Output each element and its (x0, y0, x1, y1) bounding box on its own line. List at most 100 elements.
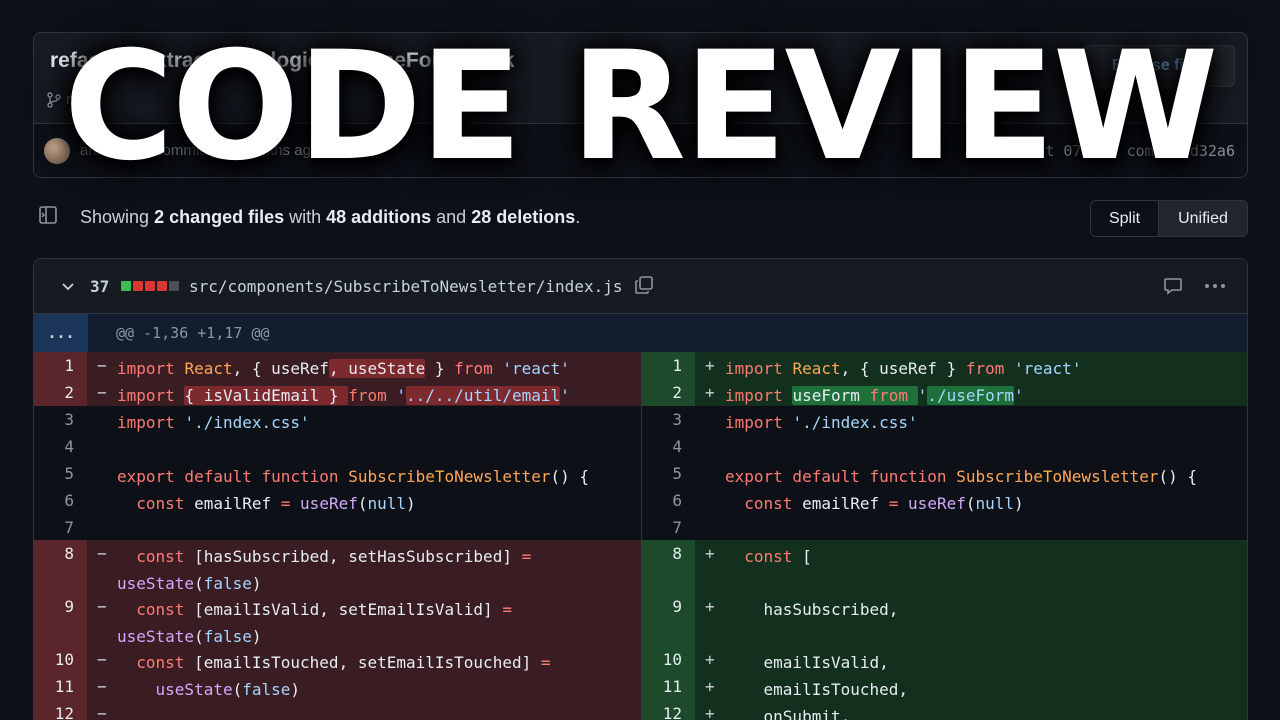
summary-and: and (431, 207, 472, 227)
diff-summary: Showing 2 changed files with 48 addition… (80, 207, 580, 228)
diff-row: 9 − const [emailIsValid, setEmailIsValid… (34, 593, 1247, 646)
summary-files: 2 changed files (154, 207, 285, 227)
line-number[interactable]: 2 (642, 379, 695, 406)
line-number[interactable]: 4 (642, 433, 695, 460)
file-header: 37 src/components/SubscribeToNewsletter/… (34, 259, 1247, 314)
split-diff: 1 − import React, { useRef, useState } f… (34, 352, 1247, 720)
more-options-icon[interactable] (1203, 276, 1227, 296)
diff-marker: + (705, 597, 715, 616)
unified-view-button[interactable]: Unified (1159, 201, 1247, 236)
diff-right-line: 4 (641, 433, 1247, 460)
diff-right-line: 6 const emailRef = useRef(null) (641, 487, 1247, 514)
diff-right-line: 12 + onSubmit, (641, 700, 1247, 720)
diff-right-line: 11 + emailIsTouched, (641, 673, 1247, 700)
diff-left-line: 10 − const [emailIsTouched, setEmailIsTo… (34, 646, 641, 673)
split-view-button[interactable]: Split (1091, 201, 1159, 236)
diff-row: 3 import './index.css' 3 import './index… (34, 406, 1247, 433)
hunk-range: @@ -1,36 +1,17 @@ (116, 324, 270, 342)
diff-marker: − (97, 597, 107, 616)
diff-marker: + (705, 677, 715, 696)
diff-row: 7 7 (34, 514, 1247, 540)
diffstat-square (121, 281, 131, 291)
diffstat-square (133, 281, 143, 291)
line-number[interactable]: 9 (642, 593, 695, 646)
line-number[interactable]: 7 (642, 514, 695, 540)
line-number[interactable]: 11 (642, 673, 695, 700)
diff-left-line: 7 (34, 514, 641, 540)
diff-left-line: 8 − const [hasSubscribed, setHasSubscrib… (34, 540, 641, 593)
diff-marker: − (97, 383, 107, 402)
summary-with: with (284, 207, 327, 227)
diff-right-line: 2 + import useForm from './useForm' (641, 379, 1247, 406)
diff-right-line: 8 + const [ (641, 540, 1247, 593)
summary-suffix: . (575, 207, 581, 227)
code-line: onSubmit, (725, 707, 851, 720)
line-number[interactable]: 1 (642, 352, 695, 379)
diff-marker: − (97, 650, 107, 669)
diff-right-line: 7 (641, 514, 1247, 540)
code-line: const [emailIsValid, setEmailIsValid] = … (117, 600, 512, 646)
diff-left-line: 5 export default function SubscribeToNew… (34, 460, 641, 487)
diff-left-line: 9 − const [emailIsValid, setEmailIsValid… (34, 593, 641, 646)
diffstat-square (157, 281, 167, 291)
diff-row: 5 export default function SubscribeToNew… (34, 460, 1247, 487)
line-number[interactable]: 10 (34, 646, 87, 673)
file-tree-toggle-icon[interactable] (38, 205, 58, 225)
line-number[interactable]: 3 (642, 406, 695, 433)
code-line: const [hasSubscribed, setHasSubscribed] … (117, 547, 532, 593)
diff-marker: − (97, 677, 107, 696)
diff-marker: − (97, 704, 107, 720)
line-number[interactable]: 5 (34, 460, 87, 487)
line-number[interactable]: 9 (34, 593, 87, 646)
diff-right-line: 9 + hasSubscribed, (641, 593, 1247, 646)
diffstat (121, 281, 179, 291)
line-number[interactable]: 10 (642, 646, 695, 673)
diff-row: 6 const emailRef = useRef(null) 6 const … (34, 487, 1247, 514)
file-path[interactable]: src/components/SubscribeToNewsletter/ind… (189, 277, 622, 296)
chevron-down-icon[interactable] (60, 278, 76, 294)
line-number[interactable]: 5 (642, 460, 695, 487)
diff-right-line: 1 + import React, { useRef } from 'react… (641, 352, 1247, 379)
line-number[interactable]: 7 (34, 514, 87, 540)
diff-row: 4 4 (34, 433, 1247, 460)
diff-row: 12 − 12 + onSubmit, (34, 700, 1247, 720)
line-number[interactable]: 6 (34, 487, 87, 514)
line-number[interactable]: 6 (642, 487, 695, 514)
diff-row: 10 − const [emailIsTouched, setEmailIsTo… (34, 646, 1247, 673)
diff-marker: − (97, 356, 107, 375)
diff-row: 11 − useState(false) 11 + emailIsTouched… (34, 673, 1247, 700)
line-number[interactable]: 12 (642, 700, 695, 720)
copy-icon[interactable] (634, 275, 654, 295)
expand-hunk-button[interactable]: ... (34, 314, 88, 352)
diff-right-line: 3 import './index.css' (641, 406, 1247, 433)
diff-row: 1 − import React, { useRef, useState } f… (34, 352, 1247, 379)
diff-file: 3 7 src/components/SubscribeToNewsletter/… (33, 258, 1248, 720)
line-number[interactable]: 2 (34, 379, 87, 406)
summary-prefix: Showing (80, 207, 155, 227)
comment-icon[interactable] (1163, 276, 1183, 296)
diffstat-square (145, 281, 155, 291)
diff-marker: − (97, 544, 107, 563)
line-number[interactable]: 4 (34, 433, 87, 460)
diff-marker: + (705, 650, 715, 669)
line-number[interactable]: 8 (34, 540, 87, 593)
diffstat-square (169, 281, 179, 291)
diff-right-line: 5 export default function SubscribeToNew… (641, 460, 1247, 487)
diff-row: 2 − import { isValidEmail } from '../../… (34, 379, 1247, 406)
line-number[interactable]: 8 (642, 540, 695, 593)
line-number[interactable]: 11 (34, 673, 87, 700)
diff-right-line: 10 + emailIsValid, (641, 646, 1247, 673)
diff-marker: + (705, 704, 715, 720)
diff-left-line: 3 import './index.css' (34, 406, 641, 433)
diff-row: 8 − const [hasSubscribed, setHasSubscrib… (34, 540, 1247, 593)
hunk-header: ... @@ -1,36 +1,17 @@ (34, 314, 1247, 352)
overlay-title: CODE REVIEW (63, 20, 1219, 194)
line-number[interactable]: 12 (34, 700, 87, 720)
line-number[interactable]: 3 (34, 406, 87, 433)
line-number[interactable]: 1 (34, 352, 87, 379)
diff-left-line: 11 − useState(false) (34, 673, 641, 700)
diff-left-line: 6 const emailRef = useRef(null) (34, 487, 641, 514)
diff-marker: + (705, 544, 715, 563)
summary-additions: 48 additions (326, 207, 432, 227)
diff-left-line: 4 (34, 433, 641, 460)
